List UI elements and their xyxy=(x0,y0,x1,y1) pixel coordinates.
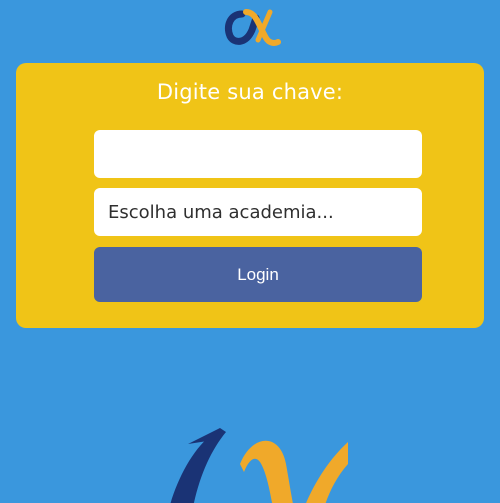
top-logo xyxy=(222,4,282,48)
login-title: Digite sua chave: xyxy=(156,80,344,104)
logo-orange-shape xyxy=(240,440,293,503)
logo-navy-stroke xyxy=(225,10,260,45)
login-button[interactable]: Login xyxy=(94,247,422,302)
bottom-logo xyxy=(148,424,348,503)
gym-select[interactable]: Escolha uma academia... xyxy=(94,188,422,236)
key-input[interactable] xyxy=(94,130,422,178)
logo-navy-shape xyxy=(170,428,226,503)
gym-select-value: Escolha uma academia... xyxy=(108,201,334,223)
logo-orange-arm xyxy=(306,442,348,503)
login-card: Digite sua chave: Escolha uma academia..… xyxy=(16,63,484,328)
